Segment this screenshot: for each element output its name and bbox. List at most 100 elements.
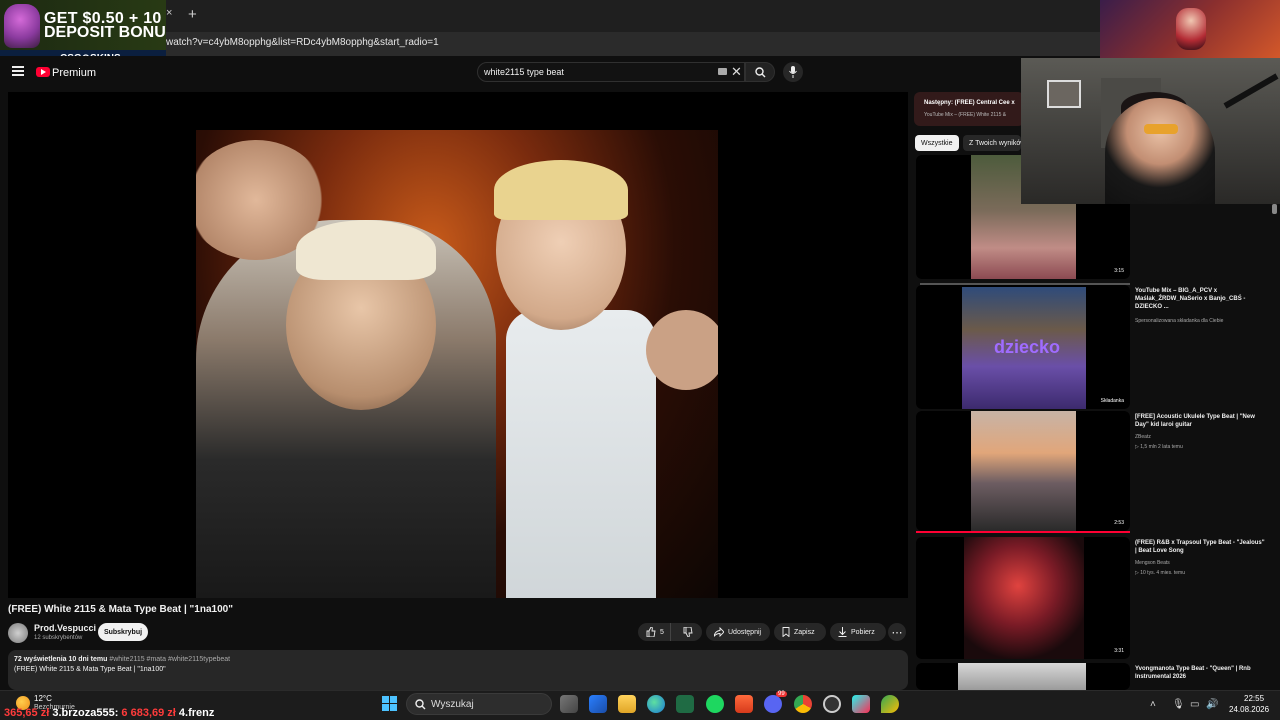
dislike-button[interactable] <box>675 623 701 641</box>
video-frame[interactable] <box>196 130 718 598</box>
like-button[interactable]: 5 <box>638 623 671 641</box>
spotify-icon[interactable] <box>706 695 724 713</box>
page-scrollbar-thumb[interactable] <box>1272 204 1277 214</box>
webcam-avatar-figure <box>1176 8 1206 50</box>
tray-mic-icon[interactable]: 🎙 <box>1172 699 1185 710</box>
tray-chevron-icon[interactable]: ˄ <box>1150 699 1156 710</box>
new-tab-button[interactable]: + <box>188 6 197 23</box>
chrome-icon[interactable] <box>794 695 812 713</box>
rec-duration: 3:31 <box>1111 647 1127 655</box>
rec-thumbnail-image <box>964 537 1084 659</box>
video-person-left <box>196 140 496 598</box>
promo-mascot-icon <box>4 4 40 48</box>
promo-subheadline: DEPOSIT BONU <box>44 24 166 41</box>
rec-meta-3: ▷ 1,5 mln 2 lata temu <box>1135 444 1183 450</box>
clock-date[interactable]: 24.08.2026 <box>1229 705 1269 714</box>
store-icon[interactable] <box>589 695 607 713</box>
tiktok-icon[interactable] <box>852 695 870 713</box>
rec-meta-4: ▷ 10 tys. 4 mies. temu <box>1135 570 1185 576</box>
webcam-overlay-top <box>1100 0 1280 58</box>
rec-title-4[interactable]: (FREE) R&B x Trapsoul Type Beat - "Jealo… <box>1135 539 1265 555</box>
rec-thumbnail-3[interactable]: 2:53 <box>916 411 1130 531</box>
win-logo-pane <box>382 696 389 703</box>
share-icon <box>714 627 724 637</box>
video-person-right <box>466 160 718 598</box>
up-next-subtitle: YouTube Mix – (FREE) White 2115 & <box>924 112 1007 118</box>
leader-user-4: 4.frenz <box>178 707 215 719</box>
share-label: Udostępnij <box>728 628 762 636</box>
address-url[interactable]: watch?v=c4ybM8opphg&list=RDc4ybM8opphg&s… <box>166 37 439 48</box>
win-logo-pane <box>390 696 397 703</box>
taskbar-search[interactable]: Wyszukaj <box>406 693 552 715</box>
share-button[interactable]: Udostępnij <box>706 623 770 641</box>
video-tanktop <box>506 310 656 598</box>
thumbs-down-icon <box>683 627 693 637</box>
brave-icon[interactable] <box>735 695 753 713</box>
rec-channel-2[interactable]: Spersonalizowana składanka dla Ciebie <box>1135 318 1223 324</box>
rec-duration: 2:53 <box>1111 519 1127 527</box>
rec-meta-text: 1,5 mln 2 lata temu <box>1140 444 1183 450</box>
rec-progress-bar <box>916 531 1130 533</box>
tray-volume-icon[interactable]: 🔊 <box>1206 699 1218 710</box>
tab-close-icon[interactable]: × <box>166 7 172 19</box>
voice-search-button[interactable] <box>783 62 803 82</box>
tray-network-icon[interactable]: ▭ <box>1190 699 1199 710</box>
rec-mix-badge: Składanka <box>1097 397 1127 405</box>
microphone-icon <box>789 66 797 78</box>
menu-icon[interactable] <box>12 66 24 76</box>
youtube-premium-label[interactable]: Premium <box>52 67 96 79</box>
save-button[interactable]: Zapisz <box>774 623 826 641</box>
edge-icon[interactable] <box>647 695 665 713</box>
rec-channel-3[interactable]: ZBeatz <box>1135 434 1151 440</box>
keyboard-icon[interactable] <box>718 68 727 75</box>
maps-icon[interactable] <box>881 695 899 713</box>
search-icon <box>415 699 426 710</box>
video-hair-left <box>296 220 436 280</box>
rec-thumbnail-2[interactable]: dziecko Składanka <box>916 285 1130 409</box>
description-tags[interactable]: #white2115 #mata #white2115typebeat <box>109 656 230 663</box>
chip-from-results[interactable]: Z Twoich wyników <box>963 135 1021 151</box>
mic-arm <box>1223 73 1279 109</box>
excel-like-icon[interactable] <box>676 695 694 713</box>
windows-start-icon[interactable] <box>382 696 398 712</box>
taskbar-search-label: Wyszukaj <box>431 699 474 710</box>
clear-search-icon[interactable]: ✕ <box>731 64 742 80</box>
video-title: (FREE) White 2115 & Mata Type Beat | "1n… <box>8 604 233 615</box>
more-actions-button[interactable]: ⋯ <box>888 623 906 641</box>
channel-avatar[interactable] <box>8 623 28 643</box>
weather-temperature[interactable]: 12°C <box>34 694 52 703</box>
rec-overlay-text: dziecko <box>994 337 1061 357</box>
rec-title-2[interactable]: YouTube Mix – BIG_A_PCV x Maślak_ŹRDW_Na… <box>1135 287 1265 311</box>
rec-thumbnail-5[interactable] <box>916 663 1130 690</box>
description-box[interactable]: 72 wyświetlenia 10 dni temu #white2115 #… <box>8 650 908 690</box>
rec-title-3[interactable]: [FREE] Acoustic Ukulele Type Beat | "New… <box>1135 413 1265 429</box>
rec-thumbnail-4[interactable]: 3:31 <box>916 537 1130 659</box>
subscribe-button[interactable]: Subskrybuj <box>98 623 148 641</box>
bookmark-icon <box>782 627 790 637</box>
wall-picture-frame <box>1047 80 1081 108</box>
leader-user-3: 3.brzoza555: <box>52 707 119 719</box>
rec-title-5[interactable]: Yvongmanota Type Beat - "Queen" | Rnb In… <box>1135 665 1265 681</box>
video-arm <box>646 310 718 390</box>
save-label: Zapisz <box>794 628 815 636</box>
up-next-panel[interactable]: Następny: (FREE) Central Cee x YouTube M… <box>914 92 1024 126</box>
discord-icon[interactable] <box>764 695 782 713</box>
task-view-icon[interactable] <box>560 695 578 713</box>
download-button[interactable]: Pobierz <box>830 623 886 641</box>
description-stats: 72 wyświetlenia 10 dni temu <box>14 656 108 663</box>
search-button[interactable] <box>745 62 775 82</box>
rec-channel-4[interactable]: Mengson Beats <box>1135 560 1170 566</box>
search-input[interactable] <box>484 65 714 79</box>
channel-name[interactable]: Prod.Vespucci <box>34 623 96 633</box>
chip-all[interactable]: Wszystkie <box>915 135 959 151</box>
obs-icon[interactable] <box>823 695 841 713</box>
rec-meta-text: 10 tys. 4 mies. temu <box>1140 570 1185 576</box>
clock-time[interactable]: 22:55 <box>1244 694 1264 703</box>
win-logo-pane <box>390 704 397 711</box>
streamer-glasses <box>1144 124 1178 134</box>
donation-leaderboard: 365,65 zł 3.brzoza555: 6 683,69 zł 4.fre… <box>4 707 214 719</box>
leader-prev-amount: 365,65 zł <box>4 707 50 719</box>
search-box[interactable] <box>477 62 745 82</box>
file-explorer-icon[interactable] <box>618 695 636 713</box>
youtube-logo-icon[interactable] <box>36 67 50 77</box>
